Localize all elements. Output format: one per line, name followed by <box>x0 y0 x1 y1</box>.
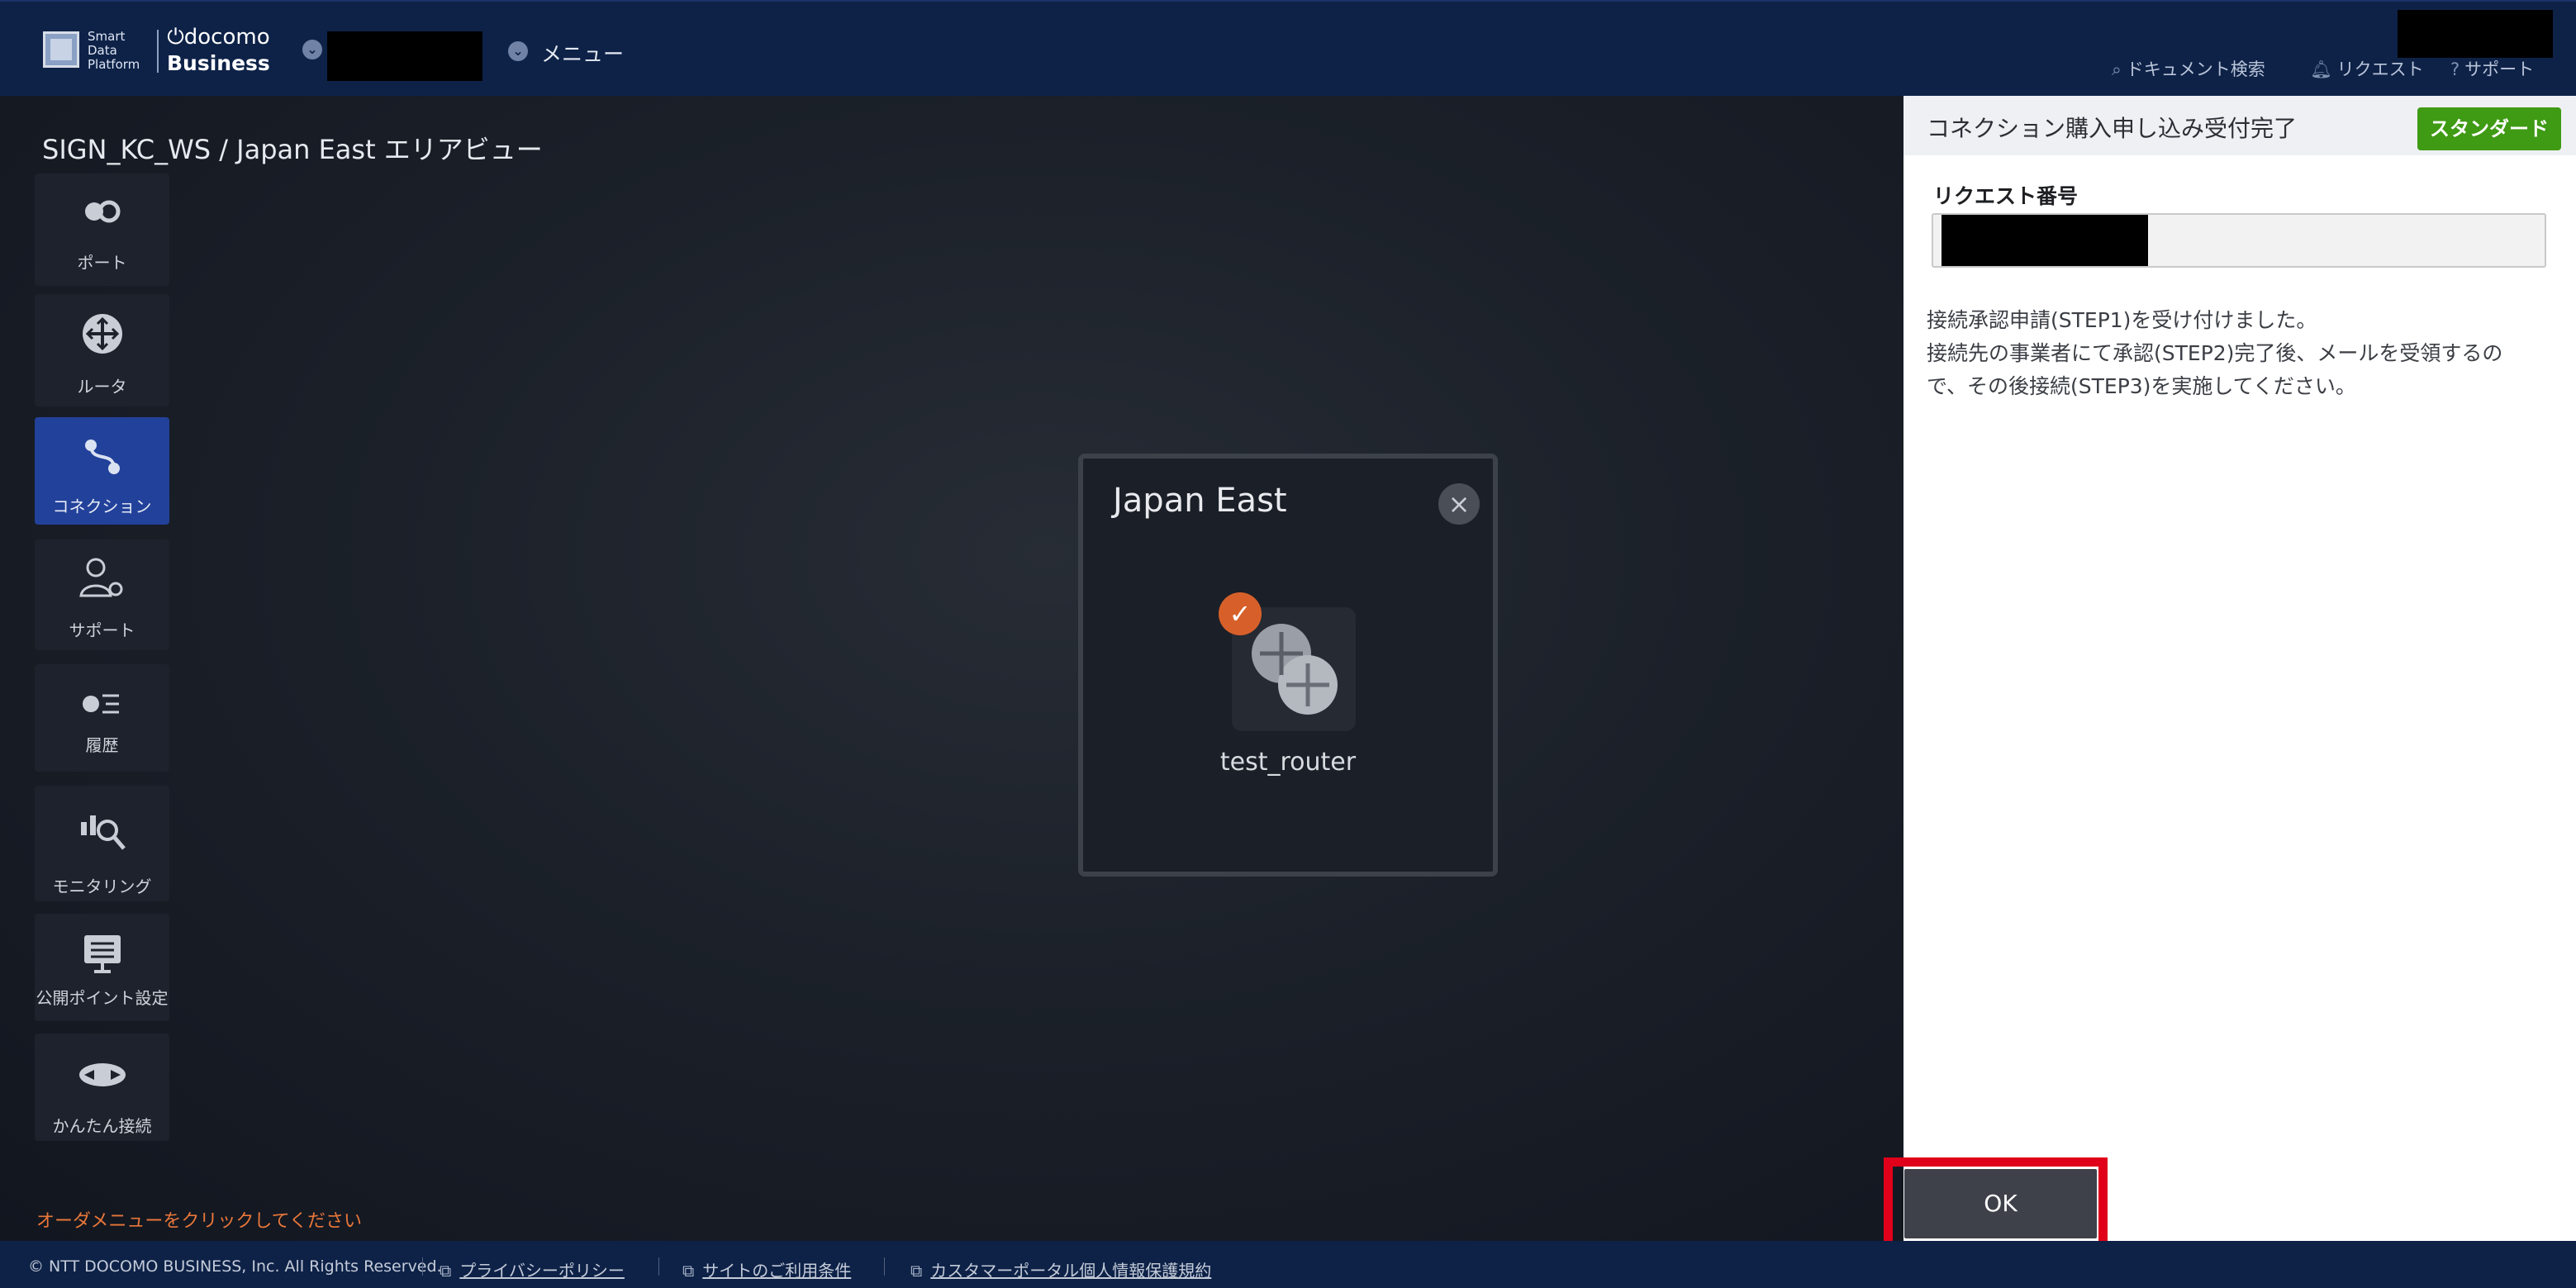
help-icon: ? <box>2450 59 2460 79</box>
sidebar-item-support[interactable]: サポート <box>35 539 169 650</box>
privacy-policy-label: プライバシーポリシー <box>459 1261 625 1281</box>
sidebar-item-history[interactable]: 履歴 <box>35 664 169 772</box>
sidebar-item-label: サポート <box>69 620 135 640</box>
close-icon[interactable]: × <box>1438 483 1480 525</box>
connection-icon <box>84 440 120 474</box>
terms-link[interactable]: ⧉ サイトのご利用条件 <box>682 1257 851 1281</box>
area-title: Japan East <box>1113 482 1287 520</box>
sidebar-item-label: コネクション <box>52 497 152 516</box>
external-link-icon: ⧉ <box>440 1261 452 1281</box>
monitoring-icon <box>80 815 126 850</box>
brand-top-text: docomo <box>183 25 270 50</box>
support-label: サポート <box>2464 59 2535 79</box>
doc-search-label: ドキュメント検索 <box>2126 59 2265 79</box>
port-icon <box>84 200 120 223</box>
ok-button-highlight <box>1884 1157 2108 1253</box>
sidebar-item-label: 履歴 <box>85 735 119 755</box>
message-line-1: 接続承認申請(STEP1)を受け付けました。 <box>1927 308 2317 332</box>
external-link-icon: ⧉ <box>910 1261 923 1281</box>
doc-search-link[interactable]: ⌕ ドキュメント検索 <box>2112 56 2265 81</box>
sidebar-item-router[interactable]: ルータ <box>35 294 169 406</box>
terms-label: サイトのご利用条件 <box>702 1261 852 1281</box>
platform-logo-text: Smart Data Platform <box>88 30 140 72</box>
sidebar-item-monitoring[interactable]: モニタリング <box>35 786 169 901</box>
logo-line-3: Platform <box>88 57 140 72</box>
privacy-policy-link[interactable]: ⧉ プライバシーポリシー <box>440 1257 625 1281</box>
request-label: リクエスト <box>2336 59 2424 79</box>
order-complete-panel: コネクション購入申し込み受付完了 スタンダード リクエスト番号 接続承認申請(S… <box>1903 96 2576 1241</box>
request-link[interactable]: 🔔︎ リクエスト <box>2310 56 2424 81</box>
panel-header: コネクション購入申し込み受付完了 スタンダード <box>1903 96 2576 155</box>
order-menu-hint: オーダメニューをクリックしてください <box>36 1211 363 1232</box>
redacted-request-number <box>1942 215 2148 266</box>
sidebar-item-label: モニタリング <box>52 877 152 896</box>
search-icon: ⌕ <box>2112 59 2122 79</box>
sidebar-item-label: 公開ポイント設定 <box>36 988 169 1008</box>
request-number-label: リクエスト番号 <box>1933 184 2079 208</box>
bell-icon: 🔔︎ <box>2310 59 2332 79</box>
message-line-2: 接続先の事業者にて承認(STEP2)完了後、メールを受領するの <box>1927 341 2503 365</box>
area-view-canvas: SIGN_KC_WS / Japan East エリアビュー ポート ルータ コ… <box>0 96 1903 1241</box>
redacted-account-name[interactable] <box>327 31 482 81</box>
sidebar-item-connection[interactable]: コネクション <box>35 417 169 525</box>
logo-divider <box>157 30 159 73</box>
plan-badge: スタンダード <box>2417 107 2561 150</box>
request-number-field[interactable] <box>1932 213 2546 268</box>
history-icon <box>82 694 119 714</box>
selected-check-icon: ✓ <box>1219 592 1262 635</box>
menu-chevron-down-icon[interactable]: ⌄ <box>508 41 528 61</box>
brand-bottom-text: Business <box>167 51 270 75</box>
router-icon <box>82 314 122 354</box>
sidebar-item-label: かんたん接続 <box>52 1116 152 1136</box>
panel-title: コネクション購入申し込み受付完了 <box>1927 115 2298 142</box>
area-card-japan-east[interactable]: Japan East × ✓ test_router <box>1078 454 1498 877</box>
logo-line-2: Data <box>88 43 117 58</box>
public-point-icon <box>83 935 121 973</box>
account-chevron-down-icon[interactable]: ⌄ <box>302 40 322 59</box>
customer-privacy-label: カスタマーポータル個人情報保護規約 <box>930 1261 1212 1281</box>
footer: © NTT DOCOMO BUSINESS, Inc. All Rights R… <box>0 1241 2576 1288</box>
message-line-3: で、その後接続(STEP3)を実施してください。 <box>1927 374 2356 398</box>
easy-connect-icon <box>78 1063 126 1086</box>
footer-separator <box>422 1257 423 1276</box>
footer-separator <box>658 1257 659 1276</box>
support-link[interactable]: ? サポート <box>2450 56 2534 81</box>
sidebar-item-label: ルータ <box>77 377 127 397</box>
footer-separator <box>884 1257 885 1276</box>
sidebar-item-public-point[interactable]: 公開ポイント設定 <box>35 914 169 1021</box>
customer-privacy-link[interactable]: ⧉ カスタマーポータル個人情報保護規約 <box>910 1257 1211 1281</box>
sidebar-item-label: ポート <box>77 253 127 273</box>
external-link-icon: ⧉ <box>682 1261 695 1281</box>
menu-button[interactable]: メニュー <box>541 38 624 68</box>
logo-line-1: Smart <box>88 29 126 44</box>
top-header: Smart Data Platform ⏻docomo Business ⌄ ⌄… <box>0 0 2576 97</box>
sidebar-item-port[interactable]: ポート <box>35 173 169 286</box>
redacted-user-info[interactable] <box>2398 10 2553 58</box>
docomo-business-logo: ⏻docomo Business <box>167 25 270 76</box>
sidebar-item-easy-connect[interactable]: かんたん接続 <box>35 1034 169 1141</box>
router-name[interactable]: test_router <box>1083 748 1493 777</box>
power-icon: ⏻ <box>167 25 184 50</box>
breadcrumb: SIGN_KC_WS / Japan East エリアビュー <box>42 134 543 165</box>
smart-data-platform-logo-icon[interactable] <box>43 31 79 68</box>
copyright: © NTT DOCOMO BUSINESS, Inc. All Rights R… <box>28 1257 442 1276</box>
support-user-icon <box>78 558 122 597</box>
